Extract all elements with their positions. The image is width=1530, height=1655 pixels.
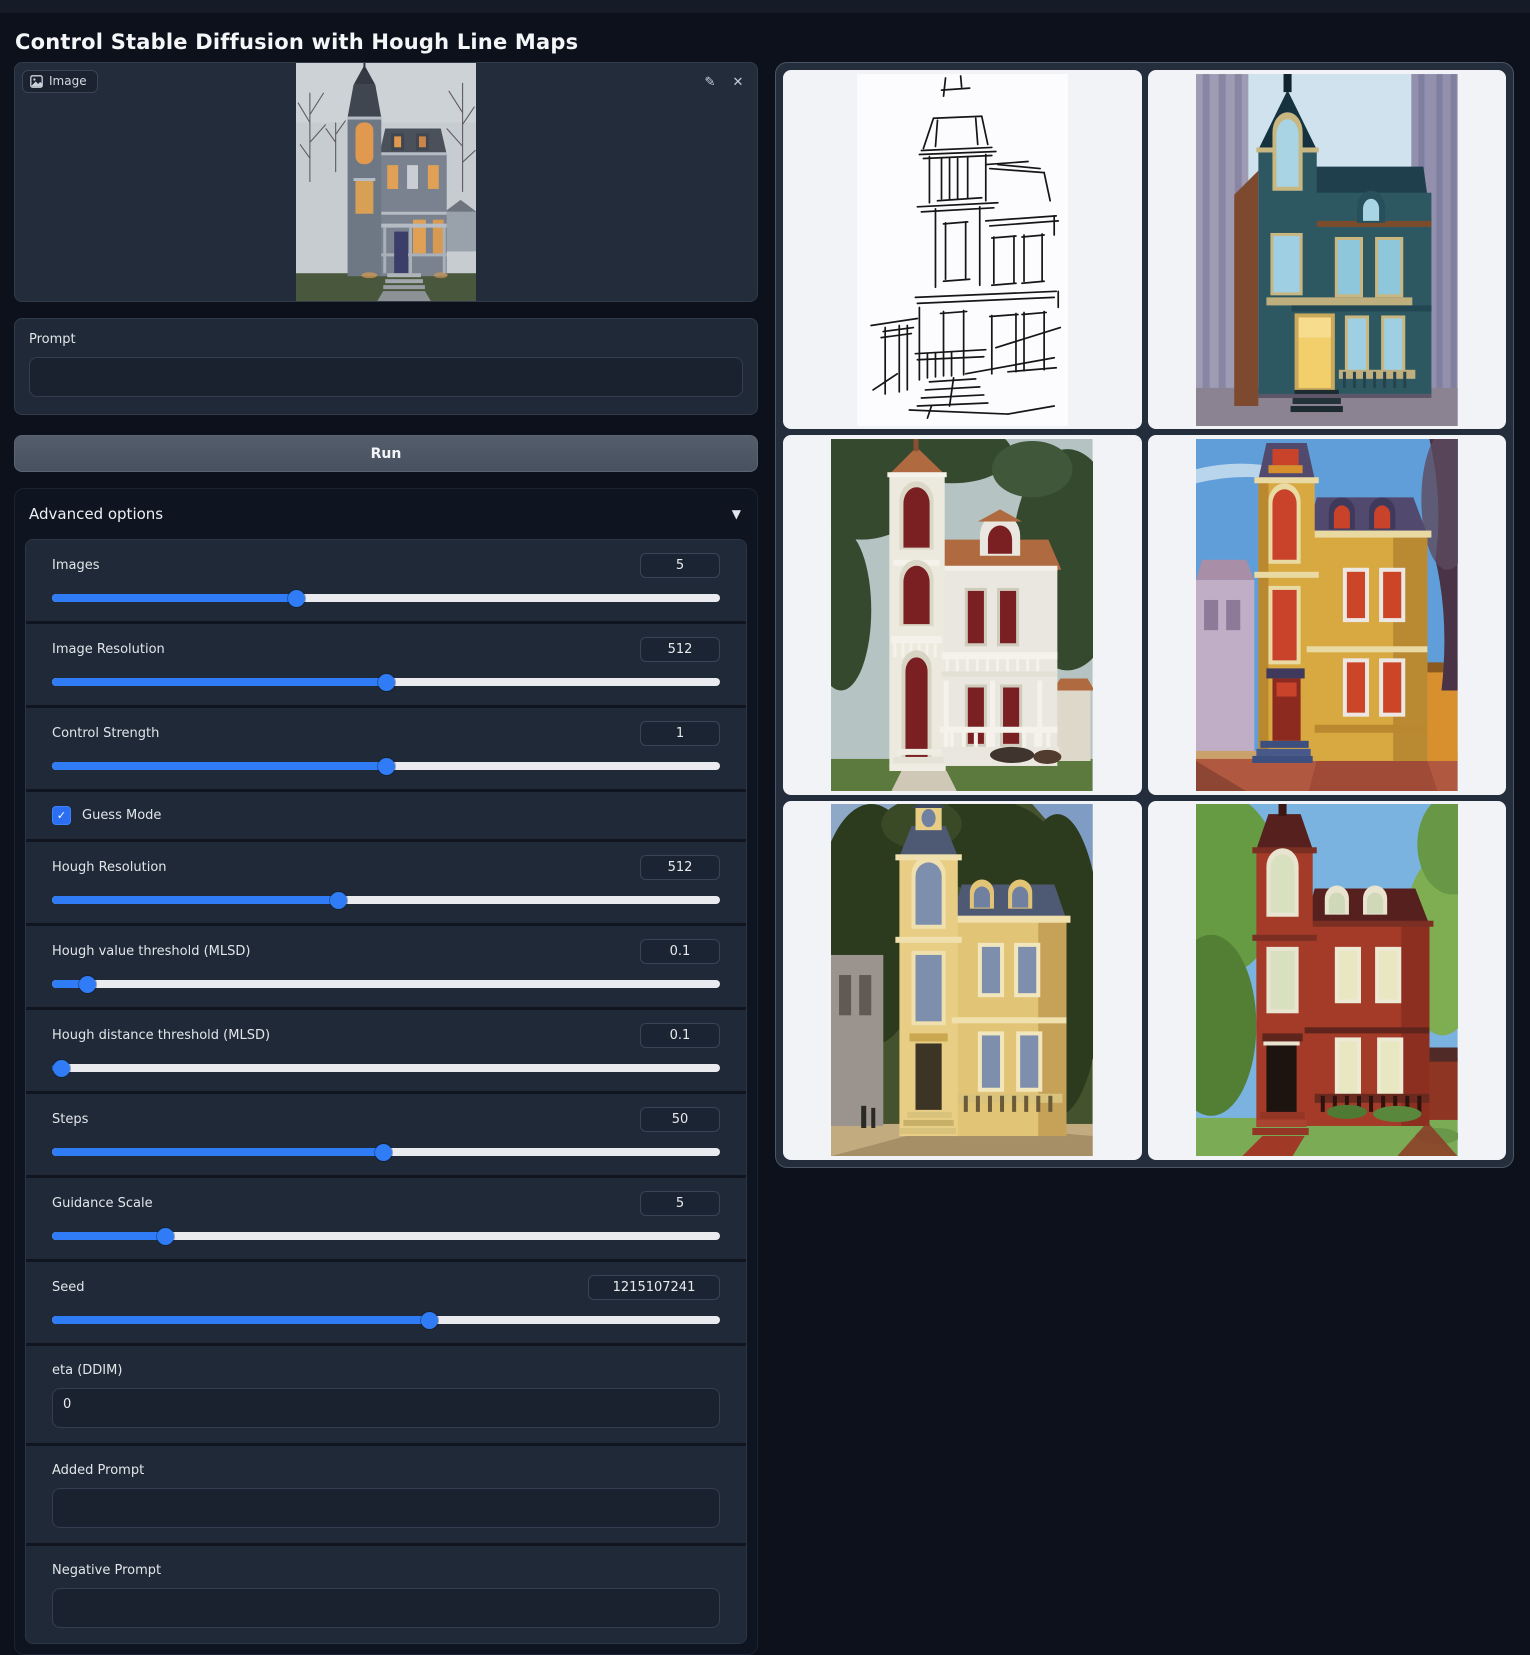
image-input-label: Image <box>49 74 87 88</box>
image-icon <box>30 75 43 88</box>
hough-value-threshold-value-input[interactable]: 0.1 <box>640 939 720 964</box>
control-label: Images <box>52 558 100 573</box>
results-gallery <box>775 62 1514 1168</box>
control-label: Negative Prompt <box>52 1563 161 1578</box>
control-label: Image Resolution <box>52 642 165 657</box>
slider-handle[interactable] <box>378 674 395 691</box>
textbox-row-negative-prompt: Negative Prompt <box>26 1546 746 1643</box>
eta-ddim-textbox[interactable] <box>52 1388 720 1428</box>
image-toolbar: ✎ ✕ <box>700 72 748 90</box>
slider-row-hough-resolution: Hough Resolution 512 <box>26 842 746 926</box>
gallery-item-red-house[interactable] <box>1148 801 1507 1160</box>
slider-handle[interactable] <box>421 1312 438 1329</box>
control-strength-slider[interactable] <box>52 758 720 774</box>
control-label: Guidance Scale <box>52 1196 153 1211</box>
yellow-house-image <box>1196 439 1458 791</box>
slider-row-control-strength: Control Strength 1 <box>26 708 746 792</box>
negative-prompt-textbox[interactable] <box>52 1588 720 1628</box>
advanced-options-header[interactable]: Advanced options ▼ <box>25 497 747 539</box>
slider-handle[interactable] <box>53 1060 70 1077</box>
guidance-scale-slider[interactable] <box>52 1228 720 1244</box>
hough-line-map-image <box>857 74 1068 426</box>
seed-value-input[interactable]: 1215107241 <box>588 1275 720 1300</box>
gallery-item-yellow-house[interactable] <box>1148 435 1507 794</box>
added-prompt-textbox[interactable] <box>52 1488 720 1528</box>
image-resolution-slider[interactable] <box>52 674 720 690</box>
clear-image-button[interactable]: ✕ <box>728 72 748 90</box>
control-strength-value-input[interactable]: 1 <box>640 721 720 746</box>
chevron-down-icon: ▼ <box>732 507 743 521</box>
slider-handle[interactable] <box>79 976 96 993</box>
run-button[interactable]: Run <box>14 435 758 472</box>
red-house-image <box>1196 804 1458 1156</box>
hough-value-threshold-slider[interactable] <box>52 976 720 992</box>
prompt-panel: Prompt <box>14 318 758 415</box>
advanced-options-accordion: Advanced options ▼ Images 5 Image Resolu… <box>14 488 758 1655</box>
control-label: Hough value threshold (MLSD) <box>52 944 250 959</box>
hough-distance-threshold-value-input[interactable]: 0.1 <box>640 1023 720 1048</box>
hough-resolution-slider[interactable] <box>52 892 720 908</box>
prompt-label: Prompt <box>29 332 743 347</box>
white-house-image <box>831 439 1093 791</box>
textbox-row-eta-ddim: eta (DDIM) <box>26 1346 746 1446</box>
control-label: Seed <box>52 1280 85 1295</box>
steps-value-input[interactable]: 50 <box>640 1107 720 1132</box>
advanced-options-title: Advanced options <box>29 505 163 523</box>
images-slider[interactable] <box>52 590 720 606</box>
guess-mode-checkbox[interactable] <box>52 806 71 825</box>
slider-handle[interactable] <box>375 1144 392 1161</box>
checkbox-row-guess-mode: Guess Mode <box>26 792 746 842</box>
control-label: Added Prompt <box>52 1463 144 1478</box>
control-label: Control Strength <box>52 726 159 741</box>
hough-distance-threshold-slider[interactable] <box>52 1060 720 1076</box>
advanced-form: Images 5 Image Resolution 512 Control St… <box>25 539 747 1644</box>
slider-handle[interactable] <box>330 892 347 909</box>
slider-row-seed: Seed 1215107241 <box>26 1262 746 1346</box>
textbox-row-added-prompt: Added Prompt <box>26 1446 746 1546</box>
slider-row-steps: Steps 50 <box>26 1094 746 1178</box>
guidance-scale-value-input[interactable]: 5 <box>640 1191 720 1216</box>
control-label: eta (DDIM) <box>52 1363 122 1378</box>
image-input-label-chip: Image <box>22 70 98 93</box>
uploaded-image <box>296 63 476 301</box>
slider-row-hough-distance-threshold: Hough distance threshold (MLSD) 0.1 <box>26 1010 746 1094</box>
image-input-dropzone[interactable]: Image ✎ ✕ <box>14 62 758 302</box>
image-resolution-value-input[interactable]: 512 <box>640 637 720 662</box>
prompt-textbox[interactable] <box>29 357 743 397</box>
control-label: Hough Resolution <box>52 860 167 875</box>
gallery-item-gold-house[interactable] <box>783 801 1142 1160</box>
gallery-item-teal-house[interactable] <box>1148 70 1507 429</box>
top-window-strip <box>0 0 1530 13</box>
hough-resolution-value-input[interactable]: 512 <box>640 855 720 880</box>
control-label: Guess Mode <box>82 808 161 823</box>
control-label: Hough distance threshold (MLSD) <box>52 1028 270 1043</box>
slider-row-image-resolution: Image Resolution 512 <box>26 624 746 708</box>
teal-house-image <box>1196 74 1458 426</box>
edit-image-button[interactable]: ✎ <box>700 72 720 90</box>
slider-row-guidance-scale: Guidance Scale 5 <box>26 1178 746 1262</box>
images-value-input[interactable]: 5 <box>640 553 720 578</box>
steps-slider[interactable] <box>52 1144 720 1160</box>
slider-handle[interactable] <box>288 590 305 607</box>
slider-row-images: Images 5 <box>26 540 746 624</box>
slider-handle[interactable] <box>378 758 395 775</box>
slider-handle[interactable] <box>157 1228 174 1245</box>
controls-column: Image ✎ ✕ <box>14 62 758 1655</box>
page-title: Control Stable Diffusion with Hough Line… <box>15 30 578 54</box>
gold-house-image <box>831 804 1093 1156</box>
gallery-item-white-house[interactable] <box>783 435 1142 794</box>
seed-slider[interactable] <box>52 1312 720 1328</box>
control-label: Steps <box>52 1112 88 1127</box>
slider-row-hough-value-threshold: Hough value threshold (MLSD) 0.1 <box>26 926 746 1010</box>
gallery-item-hough-line-map[interactable] <box>783 70 1142 429</box>
